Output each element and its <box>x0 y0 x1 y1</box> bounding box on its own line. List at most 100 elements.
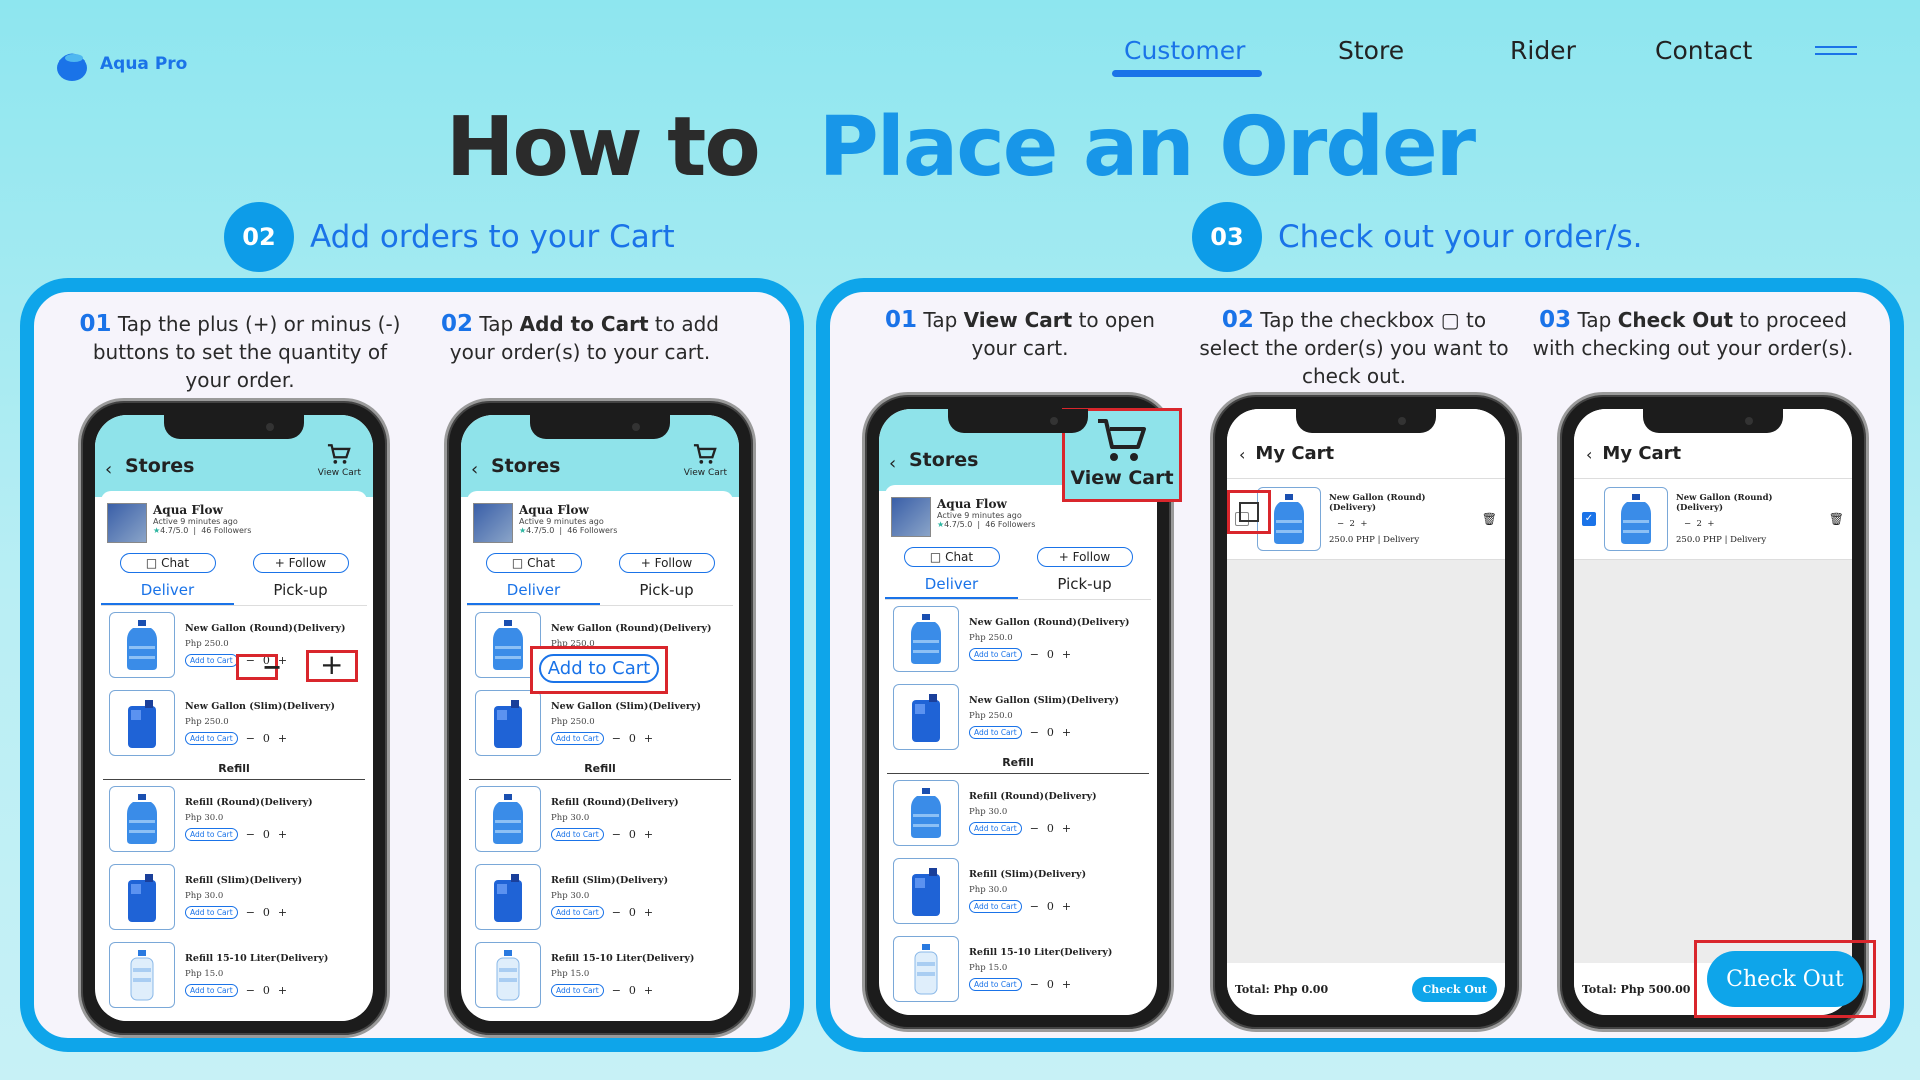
minus-button[interactable]: − <box>1030 900 1039 913</box>
back-arrow-icon[interactable]: ‹ <box>105 459 112 480</box>
nav-rider[interactable]: Rider <box>1510 36 1576 65</box>
minus-button[interactable]: − <box>612 984 621 997</box>
add-to-cart-button[interactable]: Add to Cart <box>185 906 238 919</box>
back-arrow-icon[interactable]: ‹ <box>471 459 478 480</box>
add-to-cart-button[interactable]: Add to Cart <box>185 732 238 745</box>
cart-item-qty-stepper[interactable]: − 2 + <box>1684 519 1821 529</box>
chat-button[interactable]: □ Chat <box>119 553 216 573</box>
plus-icon[interactable]: + <box>320 650 343 680</box>
quantity-value: 0 <box>628 732 636 745</box>
add-to-cart-button[interactable]: Add to Cart <box>185 828 238 841</box>
follow-button[interactable]: + Follow <box>1036 547 1133 567</box>
store-name: Aqua Flow <box>937 497 1007 511</box>
trash-icon[interactable]: 🗑 <box>1829 512 1844 526</box>
water-drop-icon <box>57 53 87 81</box>
add-to-cart-button[interactable]: Add to Cart <box>185 654 238 667</box>
plus-button[interactable]: + <box>1062 726 1071 739</box>
tab-deliver[interactable]: Deliver <box>101 581 234 605</box>
minus-button[interactable]: − <box>612 828 621 841</box>
add-to-cart-callout-button[interactable]: Add to Cart <box>539 654 659 683</box>
plus-button[interactable]: + <box>644 828 653 841</box>
screen-title: Stores <box>491 455 561 477</box>
slim-gallon-icon <box>128 700 156 748</box>
product-item: Refill (Slim)(Delivery) Php 30.0 Add to … <box>885 852 1151 930</box>
tab-pickup[interactable]: Pick-up <box>1018 575 1151 599</box>
nav-store[interactable]: Store <box>1338 36 1404 65</box>
instruction-number: 02 <box>1221 307 1254 333</box>
product-image <box>475 942 541 1008</box>
cart-item-checkbox[interactable]: ✓ <box>1582 512 1596 526</box>
nav-contact[interactable]: Contact <box>1655 36 1752 65</box>
minus-button[interactable]: − <box>612 732 621 745</box>
nav-customer[interactable]: Customer <box>1124 36 1245 65</box>
phone-screen: ‹ Stores View Cart Aqua Flow Active 9 mi… <box>95 415 373 1021</box>
minus-button[interactable]: − <box>246 984 255 997</box>
instruction-number: 02 <box>441 311 474 337</box>
phone-mockup-cart-checkout: ‹ My Cart ✓ New Gallon (Round) (Delivery… <box>1557 392 1869 1032</box>
follow-button[interactable]: + Follow <box>252 553 349 573</box>
plus-button[interactable]: + <box>278 906 287 919</box>
round-gallon-icon <box>1274 494 1304 544</box>
minus-button[interactable]: − <box>1030 726 1039 739</box>
plus-button[interactable]: + <box>1062 648 1071 661</box>
instruction-bold: View Cart <box>963 308 1073 332</box>
minus-button[interactable]: − <box>1030 822 1039 835</box>
minus-icon[interactable]: − <box>262 655 282 679</box>
product-item: Refill (Slim)(Delivery) Php 30.0 Add to … <box>101 858 367 936</box>
add-to-cart-button[interactable]: Add to Cart <box>185 984 238 997</box>
plus-button[interactable]: + <box>644 984 653 997</box>
minus-button[interactable]: − <box>246 732 255 745</box>
add-to-cart-button[interactable]: Add to Cart <box>551 984 604 997</box>
follow-button[interactable]: + Follow <box>618 553 715 573</box>
product-image <box>109 786 175 852</box>
add-to-cart-button[interactable]: Add to Cart <box>969 648 1022 661</box>
chat-button[interactable]: □ Chat <box>485 553 582 573</box>
store-image <box>473 503 513 543</box>
back-arrow-icon[interactable]: ‹ <box>1586 445 1592 464</box>
trash-icon[interactable]: 🗑 <box>1482 512 1497 526</box>
product-price: Php 250.0 <box>969 633 1013 643</box>
plus-button[interactable]: + <box>1062 978 1071 991</box>
tab-deliver[interactable]: Deliver <box>885 575 1018 599</box>
add-to-cart-button[interactable]: Add to Cart <box>551 906 604 919</box>
plus-button[interactable]: + <box>278 732 287 745</box>
minus-button[interactable]: − <box>246 828 255 841</box>
step-badge: 02 <box>224 202 294 272</box>
tab-deliver[interactable]: Deliver <box>467 581 600 605</box>
minus-button[interactable]: − <box>1030 978 1039 991</box>
add-to-cart-button[interactable]: Add to Cart <box>551 828 604 841</box>
add-to-cart-button[interactable]: Add to Cart <box>969 978 1022 991</box>
add-to-cart-button[interactable]: Add to Cart <box>969 726 1022 739</box>
plus-button[interactable]: + <box>1062 822 1071 835</box>
check-out-callout-button[interactable]: Check Out <box>1707 951 1863 1007</box>
product-name: Refill (Round)(Delivery) <box>969 791 1097 802</box>
back-arrow-icon[interactable]: ‹ <box>1239 445 1245 464</box>
plus-button[interactable]: + <box>644 732 653 745</box>
minus-button[interactable]: − <box>612 906 621 919</box>
cart-item-qty-stepper[interactable]: − 2 + <box>1337 519 1474 529</box>
brand-logo[interactable]: Aqua Pro <box>52 44 187 84</box>
product-item: Refill 15-10 Liter(Delivery) Php 15.0 Ad… <box>101 936 367 1014</box>
chat-label: Chat <box>945 550 974 564</box>
plus-button[interactable]: + <box>644 906 653 919</box>
plus-button[interactable]: + <box>278 984 287 997</box>
product-item: Refill (Round)(Delivery) Php 30.0 Add to… <box>885 774 1151 852</box>
chat-button[interactable]: □ Chat <box>903 547 1000 567</box>
add-to-cart-button[interactable]: Add to Cart <box>969 900 1022 913</box>
product-name: Refill 15-10 Liter(Delivery) <box>969 947 1113 958</box>
tab-pickup[interactable]: Pick-up <box>600 581 733 605</box>
round-gallon-icon <box>127 794 157 844</box>
tab-pickup[interactable]: Pick-up <box>234 581 367 605</box>
plus-button[interactable]: + <box>1062 900 1071 913</box>
back-arrow-icon[interactable]: ‹ <box>889 453 896 474</box>
add-to-cart-button[interactable]: Add to Cart <box>551 732 604 745</box>
view-cart-button[interactable]: View Cart <box>318 443 361 478</box>
view-cart-button[interactable]: View Cart <box>684 443 727 478</box>
minus-button[interactable]: − <box>1030 648 1039 661</box>
hamburger-menu-icon[interactable] <box>1815 46 1857 60</box>
plus-button[interactable]: + <box>278 828 287 841</box>
checkbox-icon[interactable] <box>1239 502 1259 522</box>
minus-button[interactable]: − <box>246 906 255 919</box>
add-to-cart-button[interactable]: Add to Cart <box>969 822 1022 835</box>
check-out-button[interactable]: Check Out <box>1412 976 1497 1002</box>
